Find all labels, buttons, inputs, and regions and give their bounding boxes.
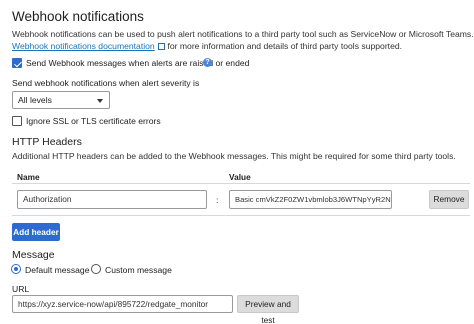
preview-and-test-button[interactable]: Preview and test: [237, 295, 299, 324]
default-message-radio[interactable]: [11, 264, 21, 274]
remove-header-button[interactable]: Remove: [429, 190, 469, 209]
ignore-ssl-checkbox[interactable]: [12, 116, 22, 126]
url-label: URL: [12, 284, 30, 294]
add-header-button[interactable]: Add header: [12, 223, 60, 241]
default-message-label: Default message: [25, 265, 90, 275]
severity-selected-value: All levels: [18, 95, 52, 105]
custom-message-radio[interactable]: [91, 264, 101, 274]
chevron-down-icon: [97, 99, 103, 103]
url-input[interactable]: https://xyz.service-now/api/895722/redga…: [12, 295, 233, 313]
send-webhook-checkbox[interactable]: [12, 58, 22, 68]
external-link-icon: [158, 43, 166, 50]
severity-select[interactable]: All levels: [12, 91, 110, 109]
http-headers-title: HTTP Headers: [12, 136, 82, 148]
http-headers-description: Additional HTTP headers can be added to …: [12, 151, 456, 161]
header-name-input[interactable]: Authorization: [17, 190, 207, 209]
page-title: Webhook notifications: [12, 9, 144, 24]
description-line-1: Webhook notifications can be used to pus…: [12, 29, 474, 39]
header-value-input[interactable]: Basic cmVkZ2F0ZW1vbmlob3J6WTNpYyR2Nif: [229, 190, 392, 209]
help-icon[interactable]: ?: [203, 58, 212, 67]
header-separator: :: [216, 195, 219, 205]
column-header-name: Name: [17, 172, 40, 182]
documentation-link[interactable]: Webhook notifications documentation: [12, 41, 155, 51]
header-table-divider: [12, 183, 470, 184]
custom-message-label: Custom message: [105, 265, 172, 275]
severity-label: Send webhook notifications when alert se…: [12, 78, 200, 88]
description-line-2: Webhook notifications documentation for …: [12, 41, 403, 51]
header-row-divider: [12, 215, 470, 216]
column-header-value: Value: [229, 172, 251, 182]
ignore-ssl-label: Ignore SSL or TLS certificate errors: [26, 116, 161, 126]
send-webhook-label: Send Webhook messages when alerts are ra…: [26, 58, 250, 68]
message-title: Message: [12, 249, 55, 261]
